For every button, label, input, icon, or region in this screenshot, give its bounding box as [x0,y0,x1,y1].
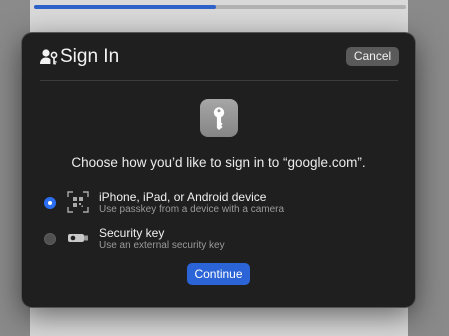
sign-in-prompt: Choose how you’d like to sign in to “goo… [71,155,366,170]
dialog-header: Sign In Cancel [22,33,415,81]
option-subtitle: Use an external security key [99,240,225,251]
person-key-icon [40,49,58,65]
option-security-key[interactable]: Security key Use an external security ke… [40,225,370,251]
qr-code-icon [67,191,89,213]
page-load-progress [34,5,406,9]
option-subtitle: Use passkey from a device with a camera [99,204,285,215]
continue-button[interactable]: Continue [187,263,250,285]
radio-security-key[interactable] [44,233,56,245]
header-divider [40,80,398,81]
radio-phone-device[interactable] [44,197,56,209]
sign-in-dialog: Sign In Cancel Choose how you’d like to … [22,33,415,307]
option-title: iPhone, iPad, or Android device [99,190,267,204]
option-title: Security key [99,226,165,240]
dialog-title: Sign In [60,46,120,67]
option-phone-device[interactable]: iPhone, iPad, or Android device Use pass… [40,189,370,215]
cancel-button[interactable]: Cancel [346,47,399,66]
key-icon [200,99,238,137]
security-key-icon [68,234,88,242]
progress-fill [34,5,217,9]
